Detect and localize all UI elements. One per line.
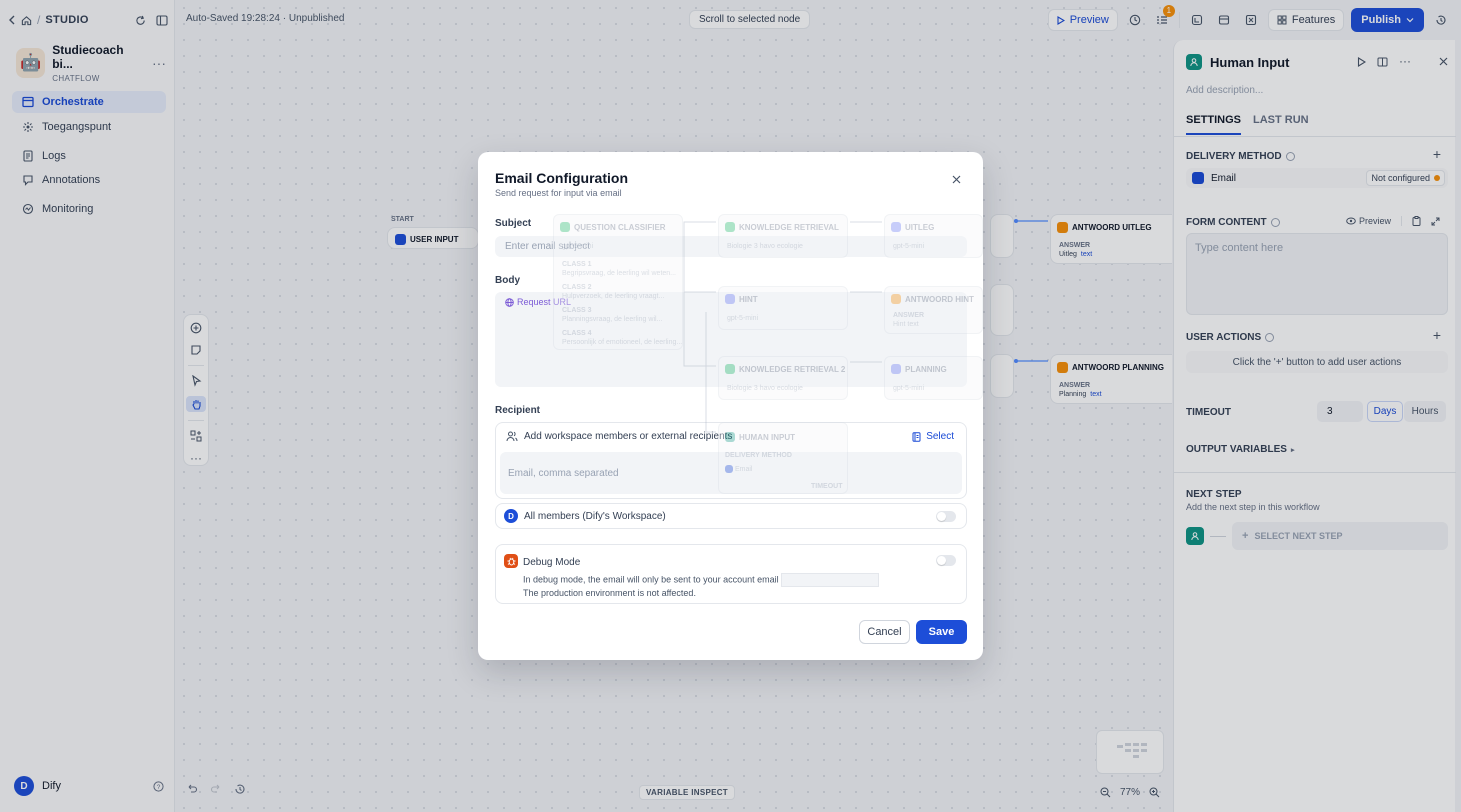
debug-text-line-2: The production environment is not affect… [523,588,696,598]
debug-text-line-1: In debug mode, the email will only be se… [523,574,779,585]
save-button[interactable]: Save [916,620,967,644]
close-icon[interactable] [952,175,961,184]
debug-mode-toggle[interactable] [936,555,956,566]
cancel-button[interactable]: Cancel [859,620,910,644]
modal-title: Email Configuration [495,170,628,186]
email-configuration-modal: Email Configuration Send request for inp… [478,152,983,660]
recipient-label: Recipient [495,405,541,416]
select-label: Select [926,431,954,442]
users-icon [506,431,518,442]
debug-mode-box: Debug Mode In debug mode, the email will… [495,544,967,604]
body-editor[interactable]: Request URL [495,292,967,387]
bug-icon [504,554,518,568]
globe-icon [505,297,514,307]
all-members-toggle[interactable] [936,511,956,522]
email-recipients-input[interactable] [500,452,962,494]
workspace-avatar: D [504,509,518,523]
subject-label: Subject [495,218,532,229]
debug-mode-title: Debug Mode [523,557,581,568]
redacted-email [780,573,879,587]
body-label: Body [495,275,520,286]
address-book-icon [912,431,921,442]
recipient-header: Add workspace members or external recipi… [506,431,732,442]
request-url-tag[interactable]: Request URL [505,297,571,307]
debug-mode-description: In debug mode, the email will only be se… [523,573,879,599]
recipient-hint: Add workspace members or external recipi… [524,431,733,442]
subject-input[interactable] [495,236,967,257]
all-members-label: All members (Dify's Workspace) [524,510,666,522]
select-recipients-button[interactable]: Select [912,431,954,442]
request-url-label: Request URL [517,297,572,307]
modal-subtitle: Send request for input via email [495,188,622,198]
all-members-row: D All members (Dify's Workspace) [495,503,967,529]
recipient-box: Add workspace members or external recipi… [495,422,967,499]
